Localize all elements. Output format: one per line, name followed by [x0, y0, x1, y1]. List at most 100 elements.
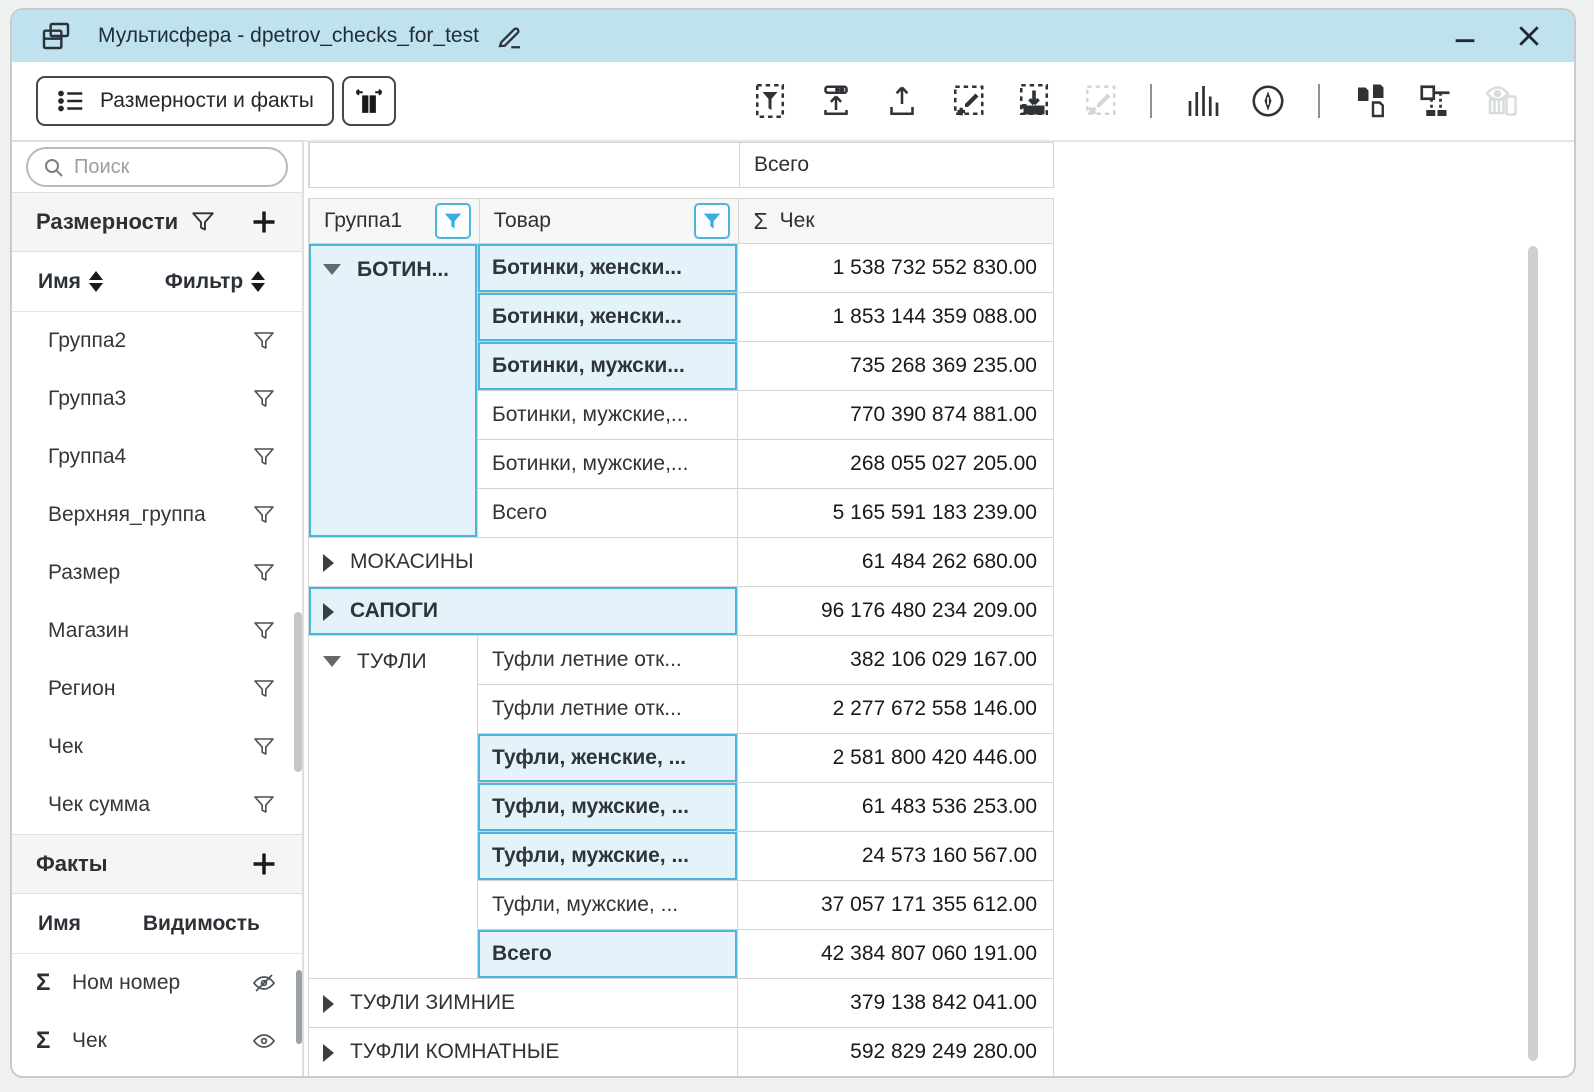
value-cell[interactable]: 268 055 027 205.00 — [738, 440, 1054, 489]
facts-scrollbar-thumb[interactable] — [296, 970, 302, 1044]
expand-group-icon[interactable] — [323, 995, 334, 1013]
group-cell[interactable]: ТУФЛИ КОМНАТНЫЕ — [309, 1028, 738, 1076]
group-filter-button[interactable] — [435, 203, 471, 239]
structure-icon[interactable] — [1418, 83, 1454, 119]
title-bar: Мультисфера - dpetrov_checks_for_test — [12, 10, 1574, 62]
value-cell[interactable]: 37 057 171 355 612.00 — [738, 881, 1054, 930]
value-cell[interactable]: 42 384 807 060 191.00 — [738, 930, 1054, 979]
value-cell[interactable]: 735 268 369 235.00 — [738, 342, 1054, 391]
filter-icon[interactable] — [252, 619, 276, 643]
add-dimension-button[interactable] — [250, 208, 278, 236]
table-vertical-scrollbar-thumb[interactable] — [1528, 246, 1538, 1061]
product-filter-button[interactable] — [694, 203, 730, 239]
group-cell[interactable]: САПОГИ — [309, 587, 738, 636]
product-cell[interactable]: Ботинки, мужские,... — [478, 440, 738, 489]
dimensions-scrollbar-thumb[interactable] — [294, 612, 302, 772]
product-cell[interactable]: Туфли, мужские, ... — [478, 783, 738, 832]
value-cell[interactable]: 24 573 160 567.00 — [738, 832, 1054, 881]
expand-group-icon[interactable] — [323, 603, 334, 621]
collapse-group-icon[interactable] — [323, 264, 341, 275]
product-cell[interactable]: Всего — [478, 930, 738, 979]
visibility-off-icon[interactable] — [252, 971, 276, 995]
filter-selection-icon[interactable] — [752, 83, 788, 119]
value-cell[interactable]: 379 138 842 041.00 — [738, 979, 1054, 1028]
value-cell[interactable]: 61 484 262 680.00 — [738, 538, 1054, 587]
dimension-item[interactable]: Группа4 — [12, 428, 302, 486]
filter-icon[interactable] — [252, 503, 276, 527]
value-cell[interactable]: 770 390 874 881.00 — [738, 391, 1054, 440]
product-cell[interactable]: Туфли летние отк... — [478, 636, 738, 685]
fact-item[interactable]: ΣЧек — [12, 1012, 302, 1070]
visibility-on-icon[interactable] — [252, 1029, 276, 1053]
dimensions-col-name[interactable]: Имя — [38, 270, 103, 294]
filter-icon[interactable] — [252, 329, 276, 353]
upload-to-server-icon[interactable] — [818, 83, 854, 119]
add-fact-button[interactable] — [250, 850, 278, 878]
column-width-button[interactable] — [342, 76, 396, 126]
table-row: Туфли, женские, ...2 581 800 420 446.00 — [478, 734, 1054, 783]
product-cell[interactable]: Ботинки, женски... — [478, 293, 738, 342]
value-cell[interactable]: 2 277 672 558 146.00 — [738, 685, 1054, 734]
value-cell[interactable]: 5 165 591 183 239.00 — [738, 489, 1054, 538]
product-cell[interactable]: Ботинки, мужские,... — [478, 391, 738, 440]
product-cell[interactable]: Туфли, мужские, ... — [478, 881, 738, 930]
table-row: Туфли, мужские, ...61 483 536 253.00 — [478, 783, 1054, 832]
dimensions-facts-button[interactable]: Размерности и факты — [36, 76, 334, 126]
expand-group-icon[interactable] — [323, 554, 334, 572]
product-cell[interactable]: Всего — [478, 489, 738, 538]
dimension-item[interactable]: Регион — [12, 660, 302, 718]
pivot-col-group-header[interactable]: Группа1 — [309, 198, 480, 244]
product-cell[interactable]: Туфли, мужские, ... — [478, 832, 738, 881]
product-cell[interactable]: Туфли, женские, ... — [478, 734, 738, 783]
group-cell[interactable]: ТУФЛИ ЗИМНИЕ — [309, 979, 738, 1028]
filter-icon[interactable] — [252, 387, 276, 411]
dimension-item[interactable]: Верхняя_группа — [12, 486, 302, 544]
value-cell[interactable]: 1 853 144 359 088.00 — [738, 293, 1054, 342]
compass-icon[interactable] — [1250, 83, 1286, 119]
value-cell[interactable]: 592 829 249 280.00 — [738, 1028, 1054, 1076]
sort-icon[interactable] — [251, 271, 265, 292]
expand-group-icon[interactable] — [323, 1044, 334, 1062]
value-cell[interactable]: 61 483 536 253.00 — [738, 783, 1054, 832]
filter-icon[interactable] — [252, 735, 276, 759]
product-cell[interactable]: Ботинки, мужски... — [478, 342, 738, 391]
filter-icon[interactable] — [252, 445, 276, 469]
dimension-name: Группа2 — [48, 329, 126, 353]
value-cell[interactable]: 2 581 800 420 446.00 — [738, 734, 1054, 783]
sidebar: Размерности Имя Фильтр — [12, 140, 304, 1076]
group-cell[interactable]: БОТИН... — [309, 244, 478, 538]
edit-title-icon[interactable] — [495, 21, 525, 51]
product-cell[interactable]: Ботинки, женски... — [478, 244, 738, 293]
fact-item[interactable]: ΣНом номер — [12, 954, 302, 1012]
pivot-col-product-header[interactable]: Товар — [480, 198, 740, 244]
dimensions-col-filter[interactable]: Фильтр — [165, 270, 265, 294]
sort-icon[interactable] — [89, 271, 103, 292]
dimension-item[interactable]: Группа3 — [12, 370, 302, 428]
dimensions-filter-icon[interactable] — [190, 209, 216, 235]
dimension-item[interactable]: Группа2 — [12, 312, 302, 370]
filter-icon[interactable] — [252, 677, 276, 701]
bar-chart-icon[interactable] — [1184, 83, 1220, 119]
close-button[interactable] — [1512, 19, 1546, 53]
value-cell[interactable]: 1 538 732 552 830.00 — [738, 244, 1054, 293]
copy-sheets-icon[interactable] — [1352, 83, 1388, 119]
filter-icon[interactable] — [252, 561, 276, 585]
dimension-item[interactable]: Магазин — [12, 602, 302, 660]
add-edit-selection-icon[interactable] — [950, 83, 986, 119]
dimension-item[interactable]: Чек сумма — [12, 776, 302, 834]
dimension-item[interactable]: Чек — [12, 718, 302, 776]
paste-selection-icon[interactable] — [1016, 83, 1052, 119]
value-column-label: Чек — [780, 209, 815, 233]
group-cell[interactable]: ТУФЛИ — [309, 636, 478, 979]
value-cell[interactable]: 382 106 029 167.00 — [738, 636, 1054, 685]
pivot-group-band: ТУФЛИ ЗИМНИЕ379 138 842 041.00 — [309, 979, 1054, 1028]
export-icon[interactable] — [884, 83, 920, 119]
collapse-group-icon[interactable] — [323, 656, 341, 667]
product-cell[interactable]: Туфли летние отк... — [478, 685, 738, 734]
filter-icon[interactable] — [252, 793, 276, 817]
pivot-value-header[interactable]: Σ Чек — [739, 198, 1054, 244]
value-cell[interactable]: 96 176 480 234 209.00 — [738, 587, 1054, 636]
dimension-item[interactable]: Размер — [12, 544, 302, 602]
group-cell[interactable]: МОКАСИНЫ — [309, 538, 738, 587]
minimize-button[interactable] — [1448, 19, 1482, 53]
